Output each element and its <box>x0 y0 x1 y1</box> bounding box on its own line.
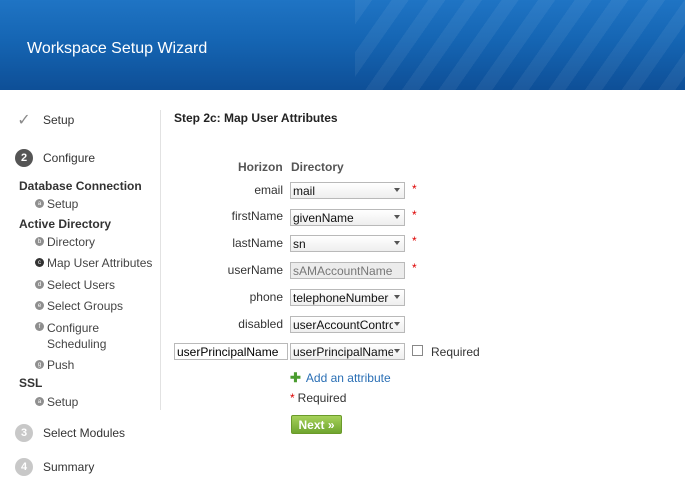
wizard-title: Workspace Setup Wizard <box>27 40 208 57</box>
step-number-icon: 3 <box>15 424 33 442</box>
required-note: * Required <box>290 391 346 405</box>
chevron-down-icon <box>394 215 400 219</box>
group-ssl: SSL <box>19 376 43 390</box>
chevron-down-icon <box>394 188 400 192</box>
add-attribute-link[interactable]: ✚ Add an attribute <box>290 370 391 386</box>
subitem-map-user-attributes[interactable]: c Map User Attributes <box>35 256 152 270</box>
chevron-down-icon <box>394 241 400 245</box>
directory-select-email[interactable]: mail <box>290 182 405 199</box>
chevron-down-icon <box>394 349 400 353</box>
attribute-label-username: userName <box>227 263 283 277</box>
subitem-directory[interactable]: b Directory <box>35 235 95 249</box>
step-summary[interactable]: 4 Summary <box>15 456 94 478</box>
select-value: mail <box>293 184 316 198</box>
step-configure[interactable]: 2 Configure <box>15 147 95 169</box>
subitem-ssl-setup[interactable]: a Setup <box>35 395 78 409</box>
subitem-label: Configure Scheduling <box>47 321 107 351</box>
attribute-label-email: email <box>254 183 283 197</box>
bullet-icon: a <box>35 397 44 406</box>
next-button[interactable]: Next » <box>291 415 342 434</box>
page-title: Step 2c: Map User Attributes <box>174 111 338 125</box>
required-note-star: * <box>290 391 295 405</box>
subitem-select-groups[interactable]: e Select Groups <box>35 299 123 313</box>
subitem-db-setup[interactable]: a Setup <box>35 197 78 211</box>
attribute-label-firstname: firstName <box>231 209 283 223</box>
add-attribute-label: Add an attribute <box>305 371 391 385</box>
subitem-label: Map User Attributes <box>47 256 153 270</box>
step-number-icon: 2 <box>15 149 33 167</box>
sidebar-divider <box>160 110 161 410</box>
directory-select-lastname[interactable]: sn <box>290 235 405 252</box>
subitem-label: Setup <box>47 395 79 409</box>
required-marker: * <box>412 208 417 222</box>
required-marker: * <box>412 234 417 248</box>
directory-select-custom[interactable]: userPrincipalName <box>290 343 405 360</box>
plus-icon: ✚ <box>290 370 301 385</box>
required-marker: * <box>412 182 417 196</box>
group-database-connection: Database Connection <box>19 179 142 193</box>
bullet-icon: e <box>35 301 44 310</box>
step-label: Select Modules <box>43 426 126 440</box>
bullet-icon: a <box>35 199 44 208</box>
subitem-configure-scheduling[interactable]: f Configure Scheduling <box>35 320 135 352</box>
step-number-icon: 4 <box>15 458 33 476</box>
bullet-icon: d <box>35 280 44 289</box>
step-label: Configure <box>43 151 96 165</box>
attribute-label-phone: phone <box>249 290 283 304</box>
subitem-select-users[interactable]: d Select Users <box>35 278 115 292</box>
subitem-push[interactable]: g Push <box>35 358 74 372</box>
subitem-label: Select Groups <box>47 299 124 313</box>
chevron-down-icon <box>394 295 400 299</box>
directory-select-disabled[interactable]: userAccountControl <box>290 316 405 333</box>
column-header-horizon: Horizon <box>238 160 283 174</box>
attribute-label-disabled: disabled <box>238 317 283 331</box>
field-value: sAMAccountName <box>293 264 393 278</box>
required-checkbox[interactable] <box>412 345 423 356</box>
bullet-icon: c <box>35 258 44 267</box>
subitem-label: Select Users <box>47 278 116 292</box>
step-setup[interactable]: ✓ Setup <box>15 109 74 131</box>
directory-select-firstname[interactable]: givenName <box>290 209 405 226</box>
select-value: telephoneNumber <box>293 291 389 305</box>
subitem-label: Push <box>47 358 75 372</box>
header-decoration <box>355 0 685 90</box>
custom-attribute-input[interactable] <box>174 343 288 360</box>
select-value: userAccountControl <box>293 318 393 332</box>
column-header-directory: Directory <box>291 160 344 174</box>
step-select-modules[interactable]: 3 Select Modules <box>15 422 125 444</box>
select-value: userPrincipalName <box>293 345 393 359</box>
required-note-label: Required <box>297 391 347 405</box>
bullet-icon: f <box>35 322 44 331</box>
select-value: givenName <box>293 211 354 225</box>
select-value: sn <box>293 237 306 251</box>
chevron-down-icon <box>394 322 400 326</box>
custom-attribute-field[interactable] <box>175 344 287 360</box>
step-label: Summary <box>43 460 95 474</box>
required-marker: * <box>412 261 417 275</box>
subitem-label: Setup <box>47 197 79 211</box>
directory-field-username: sAMAccountName <box>290 262 405 279</box>
checkmark-icon: ✓ <box>17 112 31 129</box>
step-label: Setup <box>43 113 75 127</box>
bullet-icon: b <box>35 237 44 246</box>
attribute-label-lastname: lastName <box>232 236 283 250</box>
required-checkbox-label: Required <box>431 345 480 359</box>
app-header: Workspace Setup Wizard <box>0 0 685 90</box>
directory-select-phone[interactable]: telephoneNumber <box>290 289 405 306</box>
group-active-directory: Active Directory <box>19 217 112 231</box>
bullet-icon: g <box>35 360 44 369</box>
subitem-label: Directory <box>47 235 96 249</box>
